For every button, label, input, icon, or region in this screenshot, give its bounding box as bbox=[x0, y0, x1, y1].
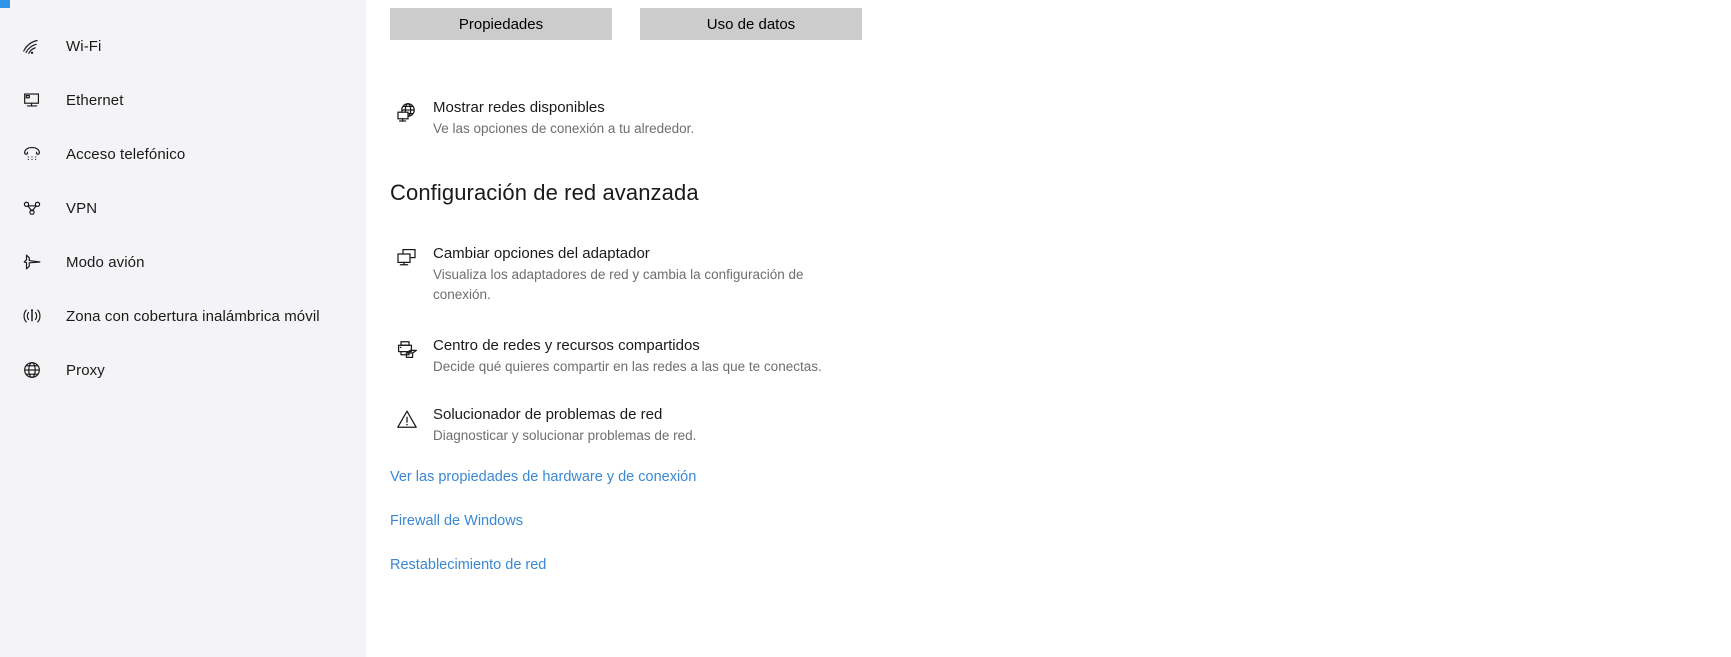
section-heading-advanced-network: Configuración de red avanzada bbox=[390, 180, 699, 205]
properties-button[interactable]: Propiedades bbox=[390, 8, 612, 40]
view-hardware-properties-link[interactable]: Ver las propiedades de hardware y de con… bbox=[390, 469, 696, 485]
feature-title: Solucionador de problemas de red bbox=[433, 406, 663, 423]
sharing-center-icon bbox=[390, 336, 424, 364]
show-available-networks-row[interactable]: Mostrar redes disponibles Ve las opcione… bbox=[390, 98, 694, 139]
sidebar-item-label: Proxy bbox=[66, 361, 105, 379]
feature-text: Centro de redes y recursos compartidos D… bbox=[433, 336, 822, 377]
sidebar-item-airplane-mode[interactable]: Modo avión bbox=[0, 235, 366, 289]
warning-triangle-icon bbox=[390, 405, 424, 433]
settings-nav-list: Wi-Fi Ethernet Acceso telefónico VPN Mod… bbox=[0, 0, 366, 397]
change-adapter-options-row[interactable]: Cambiar opciones del adaptador Visualiza… bbox=[390, 244, 853, 305]
sidebar-item-vpn[interactable]: VPN bbox=[0, 181, 366, 235]
wifi-icon bbox=[16, 30, 48, 62]
sidebar-item-label: Zona con cobertura inalámbrica móvil bbox=[66, 307, 320, 325]
network-globe-icon bbox=[390, 98, 424, 126]
feature-text: Mostrar redes disponibles Ve las opcione… bbox=[433, 98, 694, 139]
feature-description: Visualiza los adaptadores de red y cambi… bbox=[433, 267, 804, 302]
sidebar-item-label: Acceso telefónico bbox=[66, 145, 186, 163]
feature-title: Mostrar redes disponibles bbox=[433, 99, 605, 116]
network-reset-link[interactable]: Restablecimiento de red bbox=[390, 557, 546, 573]
vpn-icon bbox=[16, 192, 48, 224]
sidebar-item-ethernet[interactable]: Ethernet bbox=[0, 73, 366, 127]
feature-text: Cambiar opciones del adaptador Visualiza… bbox=[433, 244, 853, 305]
settings-network-page: Wi-Fi Ethernet Acceso telefónico VPN Mod… bbox=[0, 0, 1731, 657]
feature-title: Cambiar opciones del adaptador bbox=[433, 245, 650, 262]
hotspot-icon bbox=[16, 300, 48, 332]
sidebar-item-wifi[interactable]: Wi-Fi bbox=[0, 19, 366, 73]
sidebar-item-proxy[interactable]: Proxy bbox=[0, 343, 366, 397]
sidebar-item-mobile-hotspot[interactable]: Zona con cobertura inalámbrica móvil bbox=[0, 289, 366, 343]
feature-description: Diagnosticar y solucionar problemas de r… bbox=[433, 428, 697, 443]
feature-title: Centro de redes y recursos compartidos bbox=[433, 337, 700, 354]
windows-firewall-link[interactable]: Firewall de Windows bbox=[390, 513, 523, 529]
feature-description: Ve las opciones de conexión a tu alreded… bbox=[433, 121, 695, 136]
dialup-phone-icon bbox=[16, 138, 48, 170]
sidebar-item-label: Modo avión bbox=[66, 253, 145, 271]
globe-icon bbox=[16, 354, 48, 386]
settings-main-content: Propiedades Uso de datos Mostrar redes d… bbox=[366, 0, 1731, 657]
network-sharing-center-row[interactable]: Centro de redes y recursos compartidos D… bbox=[390, 336, 822, 377]
sidebar-item-label: Wi-Fi bbox=[66, 37, 102, 55]
settings-sidebar: Wi-Fi Ethernet Acceso telefónico VPN Mod… bbox=[0, 0, 366, 657]
ethernet-icon bbox=[16, 84, 48, 116]
sidebar-item-label: Ethernet bbox=[66, 91, 124, 109]
feature-text: Solucionador de problemas de red Diagnos… bbox=[433, 405, 696, 446]
sidebar-item-label: VPN bbox=[66, 199, 98, 217]
feature-description: Decide qué quieres compartir en las rede… bbox=[433, 359, 822, 374]
data-usage-button[interactable]: Uso de datos bbox=[640, 8, 862, 40]
network-troubleshooter-row[interactable]: Solucionador de problemas de red Diagnos… bbox=[390, 405, 696, 446]
sidebar-item-dialup[interactable]: Acceso telefónico bbox=[0, 127, 366, 181]
adapter-monitor-icon bbox=[390, 244, 424, 272]
top-button-row: Propiedades Uso de datos bbox=[390, 8, 862, 40]
airplane-icon bbox=[16, 246, 48, 278]
